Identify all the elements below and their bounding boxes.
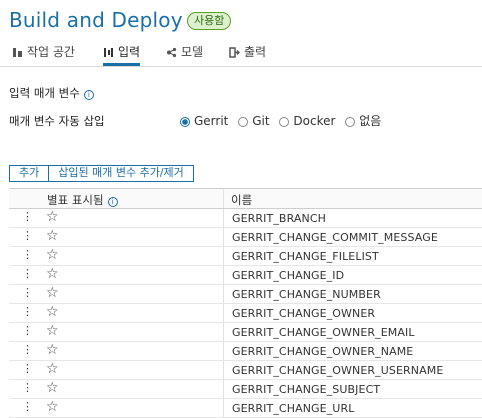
parameter-name: GERRIT_BRANCH	[232, 212, 326, 225]
table-row[interactable]: ⋮ ☆ GERRIT_CHANGE_OWNER_USERNAME	[9, 361, 482, 380]
radio-selected-icon	[180, 117, 190, 127]
parameter-name: GERRIT_CHANGE_FILELIST	[232, 250, 379, 263]
tab-label: 모델	[181, 45, 204, 59]
table-row[interactable]: ⋮ ☆ GERRIT_CHANGE_OWNER_EMAIL	[9, 323, 482, 342]
table-row[interactable]: ⋮ ☆ GERRIT_CHANGE_SUBJECT	[9, 380, 482, 399]
star-icon[interactable]: ☆	[46, 266, 59, 283]
star-icon[interactable]: ☆	[46, 228, 59, 245]
star-icon[interactable]: ☆	[46, 323, 59, 340]
tab-output[interactable]: 출력	[229, 44, 266, 65]
table-row[interactable]: ⋮ ☆ GERRIT_CHANGE_FILELIST	[9, 247, 482, 266]
input-parameters-label: 입력 매개 변수 i	[9, 85, 94, 101]
row-menu-icon[interactable]: ⋮	[22, 230, 33, 242]
radio-label: Docker	[293, 114, 336, 128]
radio-empty-icon	[279, 117, 290, 127]
star-icon[interactable]: ☆	[46, 361, 59, 378]
table-row[interactable]: ⋮ ☆ GERRIT_CHANGE_NUMBER	[9, 285, 482, 304]
parameter-name: GERRIT_CHANGE_OWNER_NAME	[232, 345, 414, 358]
parameter-name: GERRIT_CHANGE_ID	[232, 269, 345, 282]
auto-insert-radio-group: Gerrit Git Docker 없음	[180, 112, 387, 129]
parameter-name: GERRIT_CHANGE_OWNER	[232, 307, 376, 320]
table-row[interactable]: ⋮ ☆ GERRIT_CHANGE_COMMIT_MESSAGE	[9, 228, 482, 247]
table-row[interactable]: ⋮ ☆ GERRIT_CHANGE_URL	[9, 399, 482, 418]
parameter-name: GERRIT_CHANGE_URL	[232, 402, 355, 415]
row-menu-icon[interactable]: ⋮	[22, 344, 33, 356]
status-badge: 사용함	[187, 12, 232, 30]
star-icon[interactable]: ☆	[46, 399, 59, 416]
radio-label: 없음	[359, 114, 382, 128]
row-menu-icon[interactable]: ⋮	[22, 211, 33, 223]
column-divider	[223, 361, 224, 379]
star-icon[interactable]: ☆	[46, 209, 59, 226]
radio-label: Gerrit	[194, 114, 229, 128]
column-divider	[223, 304, 224, 322]
radio-empty-icon	[238, 117, 249, 127]
tab-label: 작업 공간	[27, 45, 75, 59]
parameters-table: 별표 표시됨 i 이름 ⋮ ☆ GERRIT_BRANCH ⋮ ☆ GERRIT_CHANG…	[9, 188, 482, 418]
row-menu-icon[interactable]: ⋮	[22, 363, 33, 375]
star-icon[interactable]: ☆	[46, 285, 59, 302]
model-icon	[166, 46, 177, 62]
column-divider	[223, 285, 224, 303]
workspace-icon	[12, 46, 23, 62]
row-menu-icon[interactable]: ⋮	[22, 325, 33, 337]
action-buttons: 추가 삽입된 매개 변수 추가/제거	[9, 161, 194, 182]
star-icon[interactable]: ☆	[46, 342, 59, 359]
add-button[interactable]: 추가	[9, 165, 50, 182]
row-menu-icon[interactable]: ⋮	[22, 401, 33, 413]
info-icon[interactable]: i	[83, 90, 94, 100]
parameter-name: GERRIT_CHANGE_OWNER_USERNAME	[232, 364, 444, 377]
row-menu-icon[interactable]: ⋮	[22, 382, 33, 394]
section-title: 입력 매개 변수	[9, 86, 80, 100]
tab-input[interactable]: 입력	[103, 44, 141, 66]
tab-label: 입력	[118, 45, 141, 59]
auto-insert-label: 매개 변수 자동 삽입	[9, 114, 105, 128]
star-icon[interactable]: ☆	[46, 380, 59, 397]
radio-label: Git	[252, 114, 270, 128]
input-icon	[103, 46, 114, 62]
column-divider	[223, 209, 224, 227]
column-divider	[223, 189, 224, 208]
output-icon	[229, 46, 240, 62]
radio-none[interactable]: 없음	[345, 112, 381, 129]
tab-workspace[interactable]: 작업 공간	[12, 44, 75, 65]
tab-label: 출력	[244, 45, 267, 59]
parameter-name: GERRIT_CHANGE_SUBJECT	[232, 383, 381, 396]
starred-column-header[interactable]: 별표 표시됨 i	[47, 192, 118, 208]
page-title: Build and Deploy	[9, 8, 183, 32]
radio-empty-icon	[345, 117, 356, 127]
column-divider	[223, 247, 224, 265]
table-header: 별표 표시됨 i 이름	[9, 189, 482, 209]
radio-git[interactable]: Git	[238, 114, 270, 128]
column-divider	[223, 228, 224, 246]
row-menu-icon[interactable]: ⋮	[22, 249, 33, 261]
radio-gerrit[interactable]: Gerrit	[180, 114, 228, 128]
radio-docker[interactable]: Docker	[279, 114, 335, 128]
info-icon[interactable]: i	[107, 197, 118, 207]
name-column-header[interactable]: 이름	[231, 192, 252, 208]
table-body: ⋮ ☆ GERRIT_BRANCH ⋮ ☆ GERRIT_CHANGE_COMMIT_ME…	[9, 209, 482, 418]
parameter-name: GERRIT_CHANGE_NUMBER	[232, 288, 381, 301]
column-divider	[223, 342, 224, 360]
tab-bar: 작업 공간 입력 모델 출력	[0, 40, 482, 67]
add-remove-injected-params-button[interactable]: 삽입된 매개 변수 추가/제거	[49, 165, 194, 182]
header-label: 별표 표시됨	[47, 193, 104, 207]
column-divider	[223, 323, 224, 341]
star-icon[interactable]: ☆	[46, 247, 59, 264]
column-divider	[223, 380, 224, 398]
table-row[interactable]: ⋮ ☆ GERRIT_CHANGE_OWNER	[9, 304, 482, 323]
column-divider	[223, 266, 224, 284]
table-row[interactable]: ⋮ ☆ GERRIT_BRANCH	[9, 209, 482, 228]
row-menu-icon[interactable]: ⋮	[22, 306, 33, 318]
row-menu-icon[interactable]: ⋮	[22, 287, 33, 299]
table-row[interactable]: ⋮ ☆ GERRIT_CHANGE_OWNER_NAME	[9, 342, 482, 361]
parameter-name: GERRIT_CHANGE_OWNER_EMAIL	[232, 326, 415, 339]
star-icon[interactable]: ☆	[46, 304, 59, 321]
tab-model[interactable]: 모델	[166, 44, 203, 65]
parameter-name: GERRIT_CHANGE_COMMIT_MESSAGE	[232, 231, 438, 244]
table-row[interactable]: ⋮ ☆ GERRIT_CHANGE_ID	[9, 266, 482, 285]
row-menu-icon[interactable]: ⋮	[22, 268, 33, 280]
column-divider	[223, 399, 224, 417]
